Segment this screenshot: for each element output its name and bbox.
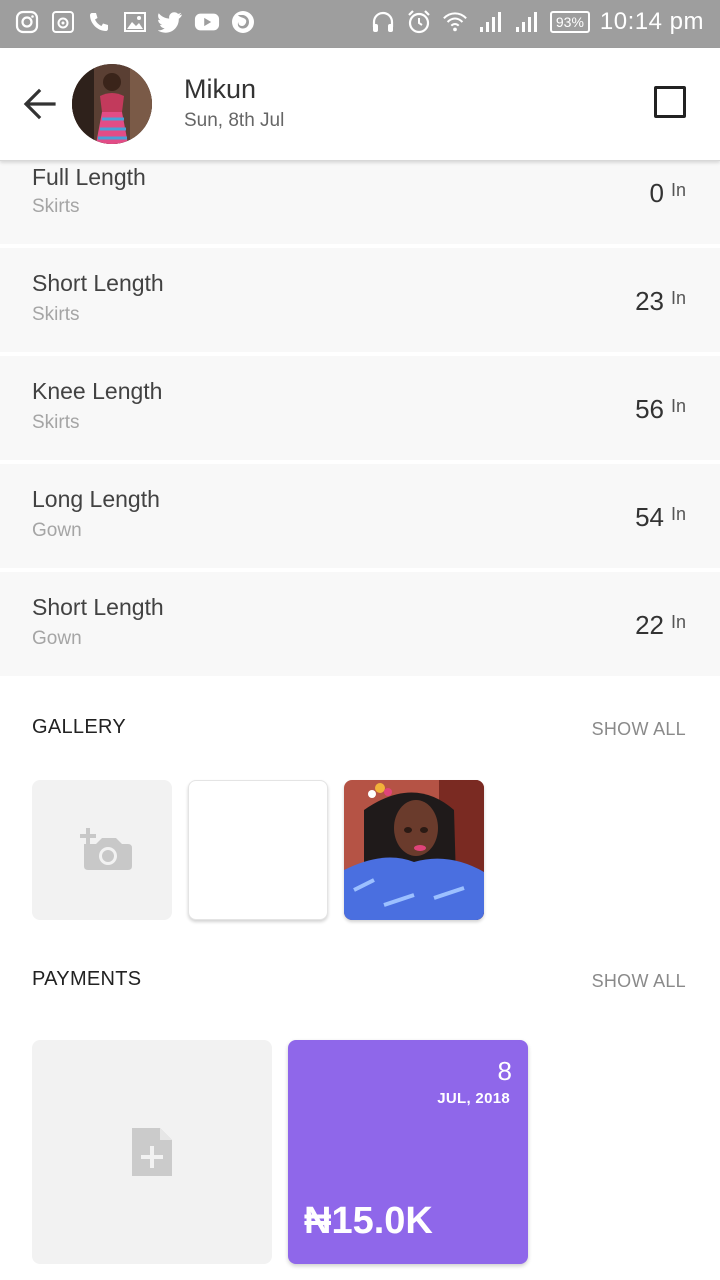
- add-photo-icon: [80, 828, 132, 870]
- payments-title: PAYMENTS: [32, 968, 142, 990]
- gallery-photo[interactable]: [344, 780, 484, 920]
- gallery-show-all-button[interactable]: SHOW ALL: [592, 719, 686, 740]
- measurement-value: 54: [635, 502, 664, 532]
- measurement-category: Skirts: [32, 304, 80, 325]
- app-bar: Mikun Sun, 8th Jul: [0, 48, 720, 161]
- add-photo-button[interactable]: [32, 780, 172, 920]
- select-checkbox[interactable]: [654, 86, 686, 118]
- twitter-icon: [158, 9, 184, 35]
- alarm-icon: [406, 9, 432, 35]
- measurement-unit: In: [670, 612, 686, 632]
- measurement-label: Long Length: [32, 486, 160, 512]
- measurement-value: 56: [635, 394, 664, 424]
- payments-show-all-button[interactable]: SHOW ALL: [592, 971, 686, 992]
- measurement-unit: In: [670, 180, 686, 200]
- measurement-value: 23: [635, 286, 664, 316]
- avatar[interactable]: [72, 64, 152, 144]
- notification-icons: [14, 9, 256, 35]
- system-icons: 93% 10:14 pm: [370, 8, 704, 36]
- clock: 10:14 pm: [599, 8, 704, 35]
- payment-amount: ₦15.0K: [304, 1200, 433, 1242]
- measurement-label: Knee Length: [32, 378, 163, 404]
- client-name: Mikun: [184, 74, 257, 104]
- payment-day: 8: [497, 1056, 512, 1086]
- list-item[interactable]: Long Length Gown 54 In: [0, 464, 720, 568]
- measurement-category: Skirts: [32, 196, 80, 217]
- back-button[interactable]: [20, 84, 60, 124]
- measurement-unit: In: [670, 288, 686, 308]
- payment-month: JUL, 2018: [437, 1090, 510, 1107]
- phone-icon: [86, 9, 112, 35]
- wifi-icon: [442, 9, 468, 35]
- signal-icon: [514, 9, 540, 35]
- gallery-icon: [122, 9, 148, 35]
- payment-card[interactable]: 8 JUL, 2018 ₦15.0K: [288, 1040, 528, 1264]
- signal-icon: [478, 9, 504, 35]
- measurement-unit: In: [670, 396, 686, 416]
- headset-icon: [370, 9, 396, 35]
- measurement-category: Gown: [32, 520, 82, 541]
- measurement-category: Gown: [32, 628, 82, 649]
- firefox-icon: [230, 9, 256, 35]
- measurement-value: 22: [635, 610, 664, 640]
- status-bar: 93% 10:14 pm: [0, 0, 720, 48]
- gallery-title: GALLERY: [32, 716, 127, 738]
- youtube-icon: [194, 9, 220, 35]
- list-item[interactable]: Knee Length Skirts 56 In: [0, 356, 720, 460]
- list-item[interactable]: Short Length Gown 22 In: [0, 572, 720, 676]
- measurement-date: Sun, 8th Jul: [184, 110, 285, 131]
- photo-thumbnail: [344, 780, 484, 920]
- gallery-photo[interactable]: [188, 780, 328, 920]
- measurement-label: Short Length: [32, 270, 164, 296]
- profile-photo: [72, 64, 152, 144]
- instagram-icon: [14, 9, 40, 35]
- arrow-left-icon: [23, 88, 56, 120]
- measurement-unit: In: [670, 504, 686, 524]
- battery-indicator: 93%: [549, 11, 590, 33]
- measurement-list: Full Length Skirts 0 In Short Length Ski…: [0, 140, 720, 680]
- camera-app-icon: [50, 9, 76, 35]
- measurement-label: Full Length: [32, 164, 146, 190]
- measurement-category: Skirts: [32, 412, 80, 433]
- add-payment-button[interactable]: [32, 1040, 272, 1264]
- add-document-icon: [132, 1128, 172, 1176]
- measurement-label: Short Length: [32, 594, 164, 620]
- measurement-value: 0: [649, 178, 664, 208]
- list-item[interactable]: Short Length Skirts 23 In: [0, 248, 720, 352]
